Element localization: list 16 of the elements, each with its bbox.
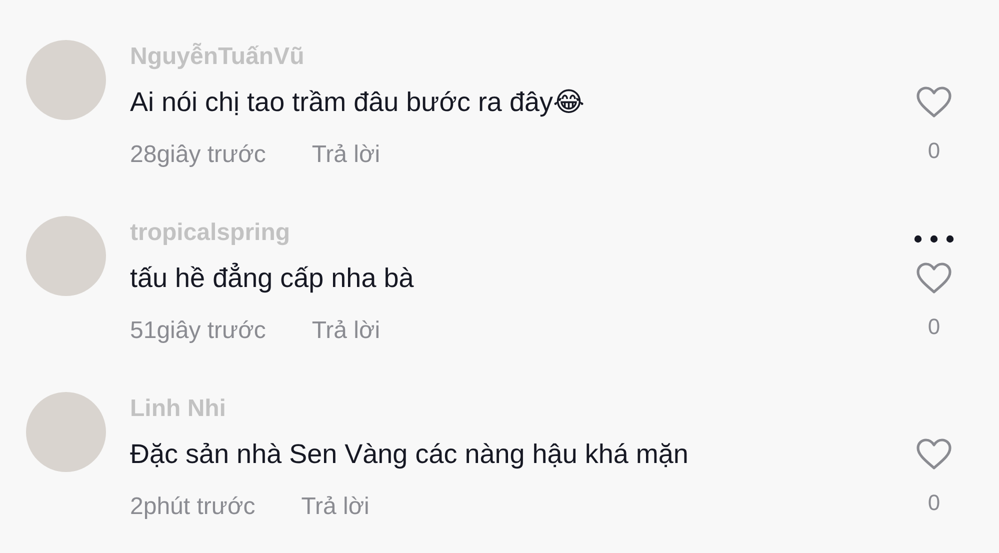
more-icon[interactable] <box>914 235 954 243</box>
reply-link[interactable]: Trả lời <box>301 492 370 522</box>
comment-text: Đặc sản nhà Sen Vàng các nàng hậu khá mặn <box>130 438 690 471</box>
timestamp: 2phút trước <box>130 492 256 522</box>
like-count: 0 <box>928 314 940 340</box>
heart-icon[interactable] <box>916 438 952 470</box>
timestamp: 51giây trước <box>130 316 266 346</box>
comment-text: Ai nói chị tao trầm đâu bước ra đây😂 <box>130 86 586 119</box>
reply-link[interactable]: Trả lời <box>312 316 380 346</box>
timestamp: 28giây trước <box>130 140 266 170</box>
reply-link[interactable]: Trả lời <box>312 140 380 170</box>
like-count: 0 <box>928 490 940 516</box>
comment-text: tấu hề đẳng cấp nha bà <box>130 262 415 295</box>
heart-icon[interactable] <box>916 262 952 294</box>
heart-icon[interactable] <box>916 86 952 118</box>
like-count: 0 <box>928 138 940 164</box>
